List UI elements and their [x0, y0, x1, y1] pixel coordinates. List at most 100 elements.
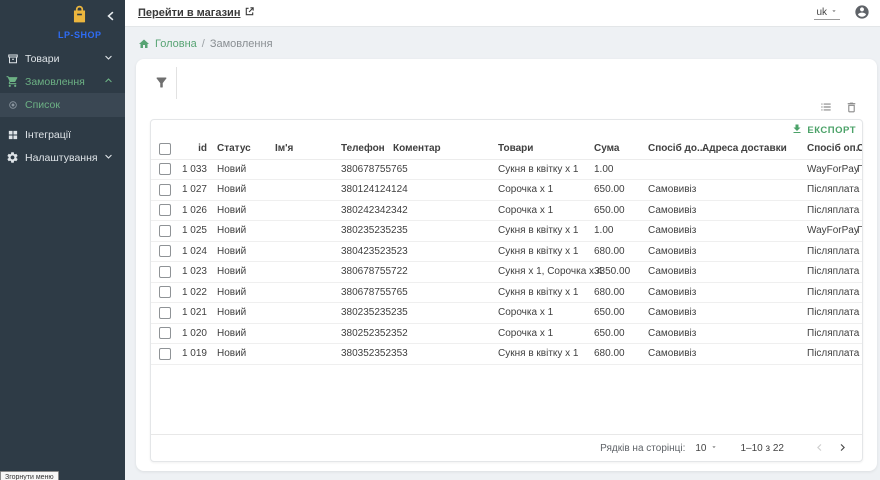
cell-products[interactable]: Сорочка x 1	[498, 303, 594, 324]
cell-phone[interactable]: 380252352352	[341, 323, 393, 344]
cell-id[interactable]: 1 026	[177, 200, 207, 221]
cell-phone[interactable]: 380124124124	[341, 180, 393, 201]
row-checkbox[interactable]	[159, 204, 171, 216]
cell-comment[interactable]	[393, 344, 498, 365]
cell-products[interactable]: Сукня в квітку x 1	[498, 159, 594, 180]
cell-products[interactable]: Сукня x 1, Сорочка x 4	[498, 262, 594, 283]
cell-delivery[interactable]: Самовивіз	[648, 200, 702, 221]
table-row[interactable]: 1 027 Новий 380124124124 Сорочка x 1 650…	[151, 180, 862, 201]
cell-comment[interactable]	[393, 241, 498, 262]
cell-delivery[interactable]: Самовивіз	[648, 282, 702, 303]
cell-products[interactable]: Сукня в квітку x 1	[498, 344, 594, 365]
rows-per-page-select[interactable]: 10	[695, 443, 718, 454]
cell-payment[interactable]: Післяплата	[807, 200, 857, 221]
row-checkbox[interactable]	[159, 245, 171, 257]
cell-sum[interactable]: 650.00	[594, 303, 648, 324]
cell-id[interactable]: 1 033	[177, 159, 207, 180]
column-header-name[interactable]: Ім'я	[275, 139, 341, 159]
row-checkbox[interactable]	[159, 266, 171, 278]
cell-id[interactable]: 1 024	[177, 241, 207, 262]
table-row[interactable]: 1 026 Новий 380242342342 Сорочка x 1 650…	[151, 200, 862, 221]
row-checkbox[interactable]	[159, 286, 171, 298]
table-row[interactable]: 1 025 Новий 380235235235 Сукня в квітку …	[151, 221, 862, 242]
cell-id[interactable]: 1 023	[177, 262, 207, 283]
cell-address[interactable]	[702, 159, 807, 180]
previous-page-button[interactable]	[808, 439, 831, 458]
cell-comment[interactable]	[393, 180, 498, 201]
cell-address[interactable]	[702, 323, 807, 344]
cell-id[interactable]: 1 019	[177, 344, 207, 365]
cell-payment[interactable]: Післяплата	[807, 262, 857, 283]
cell-delivery[interactable]: Самовивіз	[648, 241, 702, 262]
table-row[interactable]: 1 023 Новий 380678755722 Сукня x 1, Соро…	[151, 262, 862, 283]
cell-status[interactable]: Новий	[217, 262, 275, 283]
select-all-checkbox[interactable]	[159, 143, 171, 155]
cell-name[interactable]	[275, 344, 341, 365]
cell-sum[interactable]: 680.00	[594, 241, 648, 262]
language-select[interactable]: uk	[814, 6, 840, 20]
cell-comment[interactable]	[393, 282, 498, 303]
column-header-clipped[interactable]: С	[857, 139, 862, 159]
cell-id[interactable]: 1 025	[177, 221, 207, 242]
table-row[interactable]: 1 024 Новий 380423523523 Сукня в квітку …	[151, 241, 862, 262]
cell-name[interactable]	[275, 303, 341, 324]
next-page-button[interactable]	[831, 439, 854, 458]
cell-phone[interactable]: 380678755765	[341, 159, 393, 180]
cell-comment[interactable]	[393, 159, 498, 180]
cell-payment[interactable]: Післяплата	[807, 323, 857, 344]
cell-address[interactable]	[702, 344, 807, 365]
cell-products[interactable]: Сукня в квітку x 1	[498, 221, 594, 242]
table-row[interactable]: 1 020 Новий 380252352352 Сорочка x 1 650…	[151, 323, 862, 344]
sidebar-item-orders[interactable]: Замовлення	[0, 70, 125, 93]
cell-delivery[interactable]	[648, 159, 702, 180]
table-row[interactable]: 1 033 Новий 380678755765 Сукня в квітку …	[151, 159, 862, 180]
cell-sum[interactable]: 1.00	[594, 159, 648, 180]
cell-status[interactable]: Новий	[217, 344, 275, 365]
cell-name[interactable]	[275, 323, 341, 344]
row-checkbox[interactable]	[159, 307, 171, 319]
cell-sum[interactable]: 650.00	[594, 200, 648, 221]
column-header-delivery[interactable]: Спосіб до...	[648, 139, 702, 159]
cell-delivery[interactable]: Самовивіз	[648, 180, 702, 201]
cell-payment[interactable]: Післяплата	[807, 303, 857, 324]
cell-comment[interactable]	[393, 200, 498, 221]
cell-name[interactable]	[275, 221, 341, 242]
cell-name[interactable]	[275, 200, 341, 221]
cell-comment[interactable]	[393, 221, 498, 242]
column-header-payment[interactable]: Спосіб оп...	[807, 139, 857, 159]
cell-id[interactable]: 1 021	[177, 303, 207, 324]
cell-payment[interactable]: WayForPay	[807, 221, 857, 242]
cell-comment[interactable]	[393, 303, 498, 324]
cell-name[interactable]	[275, 180, 341, 201]
row-checkbox[interactable]	[159, 225, 171, 237]
cell-address[interactable]	[702, 200, 807, 221]
row-checkbox[interactable]	[159, 348, 171, 360]
export-button[interactable]: ЕКСПОРТ	[791, 123, 856, 138]
cell-status[interactable]: Новий	[217, 323, 275, 344]
cell-status[interactable]: Новий	[217, 282, 275, 303]
cell-products[interactable]: Сукня в квітку x 1	[498, 282, 594, 303]
cell-address[interactable]	[702, 262, 807, 283]
home-icon[interactable]	[138, 38, 150, 50]
table-row[interactable]: 1 021 Новий 380235235235 Сорочка x 1 650…	[151, 303, 862, 324]
cell-sum[interactable]: 650.00	[594, 180, 648, 201]
row-checkbox[interactable]	[159, 163, 171, 175]
cell-id[interactable]: 1 020	[177, 323, 207, 344]
column-header-status[interactable]: Статус	[217, 139, 275, 159]
cell-address[interactable]	[702, 180, 807, 201]
cell-payment[interactable]: Післяплата	[807, 344, 857, 365]
column-header-comment[interactable]: Коментар	[393, 139, 498, 159]
cell-phone[interactable]: 380678755765	[341, 282, 393, 303]
cell-payment[interactable]: Післяплата	[807, 180, 857, 201]
sidebar-item-settings[interactable]: Налаштування	[0, 146, 125, 169]
cell-payment[interactable]: WayForPay	[807, 159, 857, 180]
cell-sum[interactable]: 1.00	[594, 221, 648, 242]
column-header-products[interactable]: Товари	[498, 139, 594, 159]
cell-phone[interactable]: 380235235235	[341, 303, 393, 324]
cell-payment-status[interactable]: Пі	[857, 159, 862, 180]
cell-sum[interactable]: 3350.00	[594, 262, 648, 283]
cell-comment[interactable]	[393, 262, 498, 283]
cell-name[interactable]	[275, 282, 341, 303]
cell-phone[interactable]: 380423523523	[341, 241, 393, 262]
cell-name[interactable]	[275, 262, 341, 283]
